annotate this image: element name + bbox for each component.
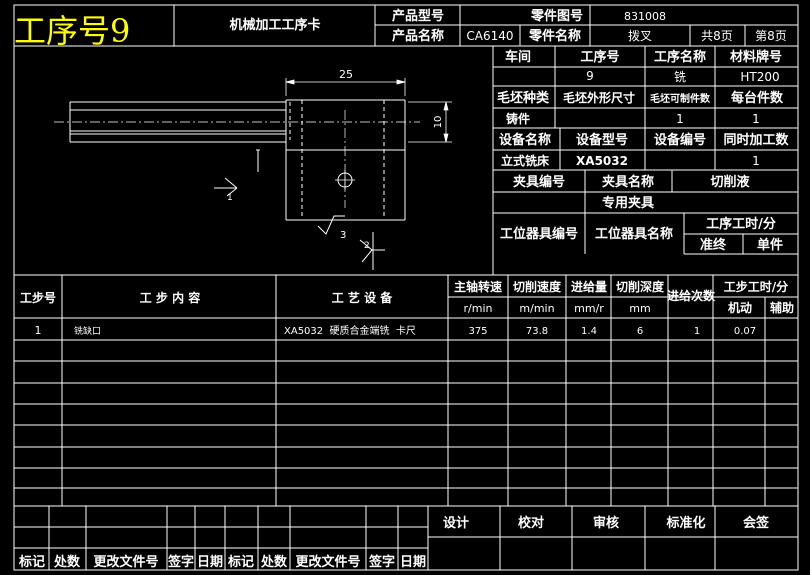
footer-standard: 标准化 (665, 515, 705, 531)
step-equipment: XA5032 硬质合金端铣 卡尺 (284, 324, 416, 337)
col-step-no: 工步号 (20, 290, 56, 305)
simul-value: 1 (752, 154, 760, 168)
footer-mark-1: 标记 (18, 554, 45, 570)
fixture-no-label: 夹具编号 (513, 174, 565, 190)
page-title: 工序号9 (14, 12, 130, 50)
roughness-mark (256, 149, 260, 172)
blank-size-label: 毛坯外形尺寸 (563, 90, 635, 105)
coolant-label: 切削液 (710, 174, 749, 190)
step-feed: 1.4 (581, 326, 597, 337)
fixture-name-label: 夹具名称 (602, 174, 654, 190)
shaft-outline (69, 99, 406, 221)
hidden-lines (289, 100, 385, 218)
part-drawing-no-label: 零件图号 (530, 8, 583, 24)
blank-parts-label: 毛坯可制件数 (650, 92, 711, 105)
locating-mark-2: 2 (364, 241, 370, 251)
process-no-value: 9 (586, 69, 594, 83)
blank-type-value: 铸件 (506, 111, 530, 126)
step-speed: 73.8 (526, 326, 548, 337)
footer-sign: 会签 (743, 515, 770, 531)
footer-mark-2: 标记 (227, 554, 254, 570)
footer-signature-2: 签字 (368, 554, 395, 570)
part-drawing: 25 10 3 1 2 (54, 68, 452, 270)
parts-per-unit-value: 1 (752, 112, 760, 126)
footer-date-1: 日期 (197, 555, 223, 570)
equip-name-value: 立式铣床 (501, 153, 550, 168)
unit-depth: mm (629, 302, 650, 315)
blank-parts-value: 1 (676, 112, 684, 126)
center-lines (54, 110, 420, 208)
process-no-label: 工序号 (580, 49, 619, 65)
unit-speed: m/min (519, 302, 554, 315)
col-machine: 机动 (728, 300, 752, 315)
footer-design: 设计 (443, 515, 469, 531)
footer-change-doc-1: 更改文件号 (93, 554, 158, 570)
dimension-25-label: 25 (339, 68, 353, 81)
locating-mark-1: 1 (227, 193, 233, 203)
step-depth: 6 (637, 326, 643, 337)
col-equipment: 工 艺 设 备 (332, 290, 394, 305)
col-speed: 切削速度 (513, 279, 562, 294)
part-name-label: 零件名称 (528, 28, 581, 44)
locating-symbol-1 (214, 177, 238, 197)
footer-check: 校对 (518, 515, 544, 531)
col-depth: 切削深度 (616, 279, 665, 294)
dimension-3-label: 3 (340, 230, 346, 241)
equip-no-label: 设备编号 (654, 132, 706, 148)
step-spindle: 375 (468, 326, 487, 337)
footer-review: 审核 (593, 515, 619, 531)
time-unit-label: 单件 (757, 237, 783, 253)
process-card: 工序号9 机械加工工序卡 产品型号 零件图号 831008 产品名称 CA614… (13, 4, 799, 571)
material-label: 材料牌号 (730, 49, 782, 65)
time-label: 工序工时/分 (706, 216, 776, 232)
equip-model-value: XA5032 (576, 154, 628, 168)
product-model-label: 产品型号 (392, 8, 444, 24)
process-name-value: 铣 (674, 70, 686, 84)
dimension-10-label: 10 (433, 116, 444, 129)
unit-feed: mm/r (574, 302, 604, 315)
col-step-time: 工步工时/分 (724, 279, 788, 294)
equip-name-label: 设备名称 (499, 132, 551, 148)
steps-grid (14, 274, 798, 507)
product-name-value: CA6140 (466, 29, 513, 43)
footer-date-2: 日期 (400, 555, 426, 570)
process-name-label: 工序名称 (654, 49, 706, 65)
footer-count-2: 处数 (260, 554, 288, 570)
product-name-label: 产品名称 (392, 28, 444, 44)
time-final-label: 准终 (700, 237, 727, 253)
material-value: HT200 (740, 70, 779, 84)
fixture-name-value: 专用夹具 (602, 195, 654, 211)
workshop-label: 车间 (505, 49, 531, 65)
blank-type-label: 毛坯种类 (497, 90, 550, 106)
locating-symbol-2 (359, 232, 385, 270)
total-pages: 共8页 (701, 29, 733, 43)
step-content: 铣缺口 (74, 325, 101, 337)
col-aux: 辅助 (770, 300, 794, 315)
station-no-label: 工位器具编号 (500, 226, 578, 242)
station-name-label: 工位器具名称 (595, 226, 673, 242)
step-machine-time: 0.07 (734, 326, 756, 337)
table-row: 1 铣缺口 XA5032 硬质合金端铣 卡尺 375 73.8 1.4 6 1 … (35, 324, 757, 337)
col-passes: 进给次数 (667, 288, 716, 303)
col-step-content: 工 步 内 容 (140, 290, 201, 305)
parts-per-unit-label: 每台件数 (731, 90, 784, 106)
simul-label: 同时加工数 (723, 132, 789, 148)
unit-spindle: r/min (464, 302, 493, 315)
col-feed: 进给量 (571, 279, 607, 294)
step-passes: 1 (694, 326, 700, 337)
part-drawing-no-value: 831008 (624, 10, 666, 23)
col-spindle: 主轴转速 (454, 279, 502, 294)
footer-count-1: 处数 (53, 554, 81, 570)
footer-change-doc-2: 更改文件号 (295, 554, 360, 570)
card-name: 机械加工工序卡 (229, 17, 320, 33)
step-no: 1 (35, 324, 42, 337)
part-name-value: 拨叉 (628, 29, 652, 43)
footer-signature-1: 签字 (167, 554, 194, 570)
equip-model-label: 设备型号 (576, 132, 628, 148)
header-grid (13, 4, 799, 571)
page-number: 第8页 (755, 29, 787, 43)
